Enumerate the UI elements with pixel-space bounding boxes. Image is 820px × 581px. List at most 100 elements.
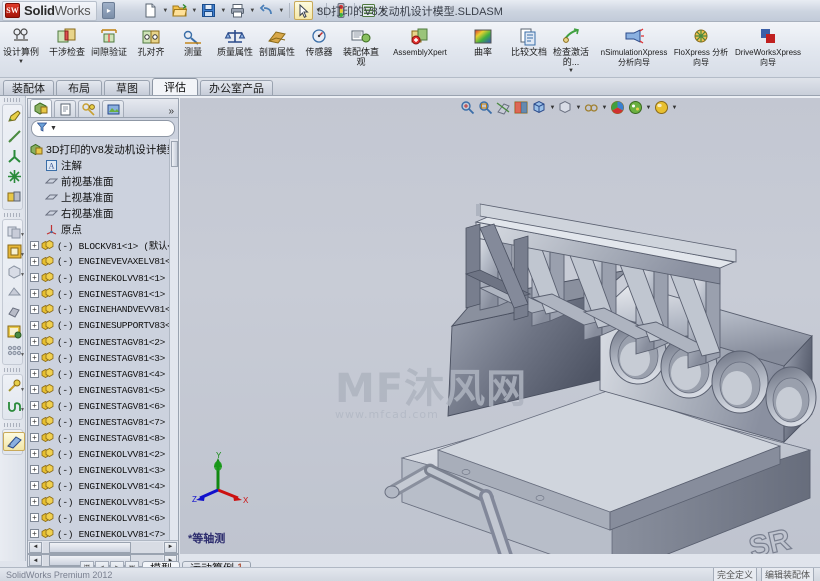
toolbar-grip-4[interactable] bbox=[4, 423, 21, 427]
hole-alignment-button[interactable]: 孔对齐 bbox=[130, 24, 172, 74]
simulation-setup-button[interactable]: ▼ bbox=[3, 342, 25, 361]
route-spline-caret-icon[interactable]: ▼ bbox=[20, 407, 25, 413]
tree-expand-toggle[interactable]: + bbox=[30, 448, 39, 458]
sensor-button[interactable]: 传感器 bbox=[298, 24, 340, 74]
smart-fasteners-button[interactable]: ▼ bbox=[3, 377, 25, 396]
tree-row[interactable]: + (-) ENGINEVEVAXELV81<1> bbox=[30, 253, 178, 269]
tree-expand-toggle[interactable]: + bbox=[30, 480, 39, 490]
tree-expand-toggle[interactable]: + bbox=[30, 304, 39, 314]
tree-expand-toggle[interactable]: + bbox=[30, 432, 39, 442]
toolbar-grip-1[interactable] bbox=[4, 98, 21, 102]
tree-horizontal-scrollbar[interactable]: ◄ ► bbox=[28, 540, 178, 553]
tree-row[interactable]: + (-) ENGINEKOLVV81<5> (默 bbox=[30, 493, 178, 509]
hide-show-components-button[interactable]: ▼ bbox=[3, 222, 25, 241]
tree-row[interactable]: + (-) ENGINESTAGV81<2> (默 bbox=[30, 333, 178, 349]
assemblyxpert-button[interactable]: AssemblyXpert bbox=[382, 24, 458, 74]
tree-row[interactable]: + (-) ENGINESTAGV81<8> (默 bbox=[30, 429, 178, 445]
tab-office-products[interactable]: 办公室产品 bbox=[200, 80, 273, 95]
tab-layout[interactable]: 布局 bbox=[56, 80, 102, 95]
route-spline-button[interactable]: ▼ bbox=[3, 397, 25, 416]
new-motion-study-button[interactable] bbox=[3, 282, 25, 301]
tree-expand-toggle[interactable]: + bbox=[30, 320, 39, 330]
tree-root-row[interactable]: 3D打印的V8发动机设计模型 (默 bbox=[30, 141, 178, 157]
floxpress-wizard-button[interactable]: FloXpress 分析向导 bbox=[672, 24, 730, 74]
tree-row[interactable]: + (-) ENGINEKOLVV81<4> (默 bbox=[30, 477, 178, 493]
display-manager-tab[interactable] bbox=[102, 100, 124, 117]
tab-sketch[interactable]: 草图 bbox=[104, 80, 150, 95]
tree-row[interactable]: 原点 bbox=[30, 221, 178, 237]
change-transparency-button[interactable]: ▼ bbox=[3, 242, 25, 261]
smart-dimension-button[interactable] bbox=[3, 127, 25, 146]
design-study-dropdown-icon[interactable]: ▼ bbox=[18, 59, 24, 65]
simulationxpress-wizard-button[interactable]: nSimulationXpress 分析向导 bbox=[596, 24, 672, 74]
clearance-verification-button[interactable]: 间隙验证 bbox=[88, 24, 130, 74]
tree-row[interactable]: + (-) ENGINESTAGV81<4> (默 bbox=[30, 365, 178, 381]
tree-expand-toggle[interactable]: + bbox=[30, 288, 39, 298]
bill-of-materials-button[interactable] bbox=[3, 322, 25, 341]
tree-row[interactable]: + (-) ENGINEHANDVEVV81<1> bbox=[30, 301, 178, 317]
tree-scrollbar-thumb[interactable] bbox=[171, 141, 178, 167]
measure-button[interactable]: 测量 bbox=[172, 24, 214, 74]
sustainability-button[interactable]: Sustainability bbox=[806, 24, 820, 74]
tree-row[interactable]: + (-) BLOCKV81<1> (默认<<默 bbox=[30, 237, 178, 253]
tree-expand-toggle[interactable]: + bbox=[30, 368, 39, 378]
assembly-feature-button[interactable]: ▼ bbox=[3, 262, 25, 281]
tree-hscroll-thumb[interactable] bbox=[49, 541, 131, 553]
tree-row[interactable]: + (-) ENGINESTAGV81<3> (默 bbox=[30, 349, 178, 365]
v8-engine-model[interactable]: SR bbox=[180, 98, 820, 554]
tree-row[interactable]: 右视基准面 bbox=[30, 205, 178, 221]
driveworksxpress-wizard-button[interactable]: DriveWorksXpress 向导 bbox=[730, 24, 806, 74]
tree-row[interactable]: + (-) ENGINESTAGV81<5> (默 bbox=[30, 381, 178, 397]
toolbar-grip-2[interactable] bbox=[4, 213, 21, 217]
graphics-viewport[interactable]: ▼ ▼ ▼ ▼ ▼ SR MF沐风网 www.mfcad.com Y X Z *… bbox=[180, 98, 820, 554]
tree-row[interactable]: A 注解 bbox=[30, 157, 178, 173]
edit-sketch-button[interactable] bbox=[3, 107, 25, 126]
transparency-caret-icon[interactable]: ▼ bbox=[20, 252, 25, 258]
tree-expand-toggle[interactable]: + bbox=[30, 528, 39, 538]
tree-scroll-left-button[interactable]: ◄ bbox=[29, 541, 42, 553]
tree-expand-toggle[interactable]: + bbox=[30, 512, 39, 522]
tree-vertical-scrollbar[interactable] bbox=[169, 139, 178, 540]
tree-row[interactable]: + (-) ENGINEKOLVV81<7> (默 bbox=[30, 525, 178, 540]
tree-expand-toggle[interactable]: + bbox=[30, 496, 39, 506]
tree-hscroll-track[interactable] bbox=[43, 541, 163, 553]
tree-expand-toggle[interactable]: + bbox=[30, 352, 39, 362]
tree-row[interactable]: + (-) ENGINESTAGV81<7> (默 bbox=[30, 413, 178, 429]
tree-expand-toggle[interactable]: + bbox=[30, 464, 39, 474]
check-active-dropdown-icon[interactable]: ▼ bbox=[568, 68, 574, 74]
feature-tree[interactable]: 3D打印的V8发动机设计模型 (默 A 注解前视基准面上视基准面右视基准面原点 + (… bbox=[28, 139, 178, 540]
panel-scroll-left-button[interactable]: ◄ bbox=[29, 555, 42, 566]
property-manager-tab[interactable] bbox=[54, 100, 76, 117]
tree-expand-toggle[interactable]: + bbox=[30, 272, 39, 282]
tree-row[interactable]: + (-) ENGINEKOLVV81<3> (默 bbox=[30, 461, 178, 477]
tree-expand-toggle[interactable]: + bbox=[30, 384, 39, 394]
tree-expand-toggle[interactable]: + bbox=[30, 416, 39, 426]
toolbar-grip-3[interactable] bbox=[4, 368, 21, 372]
check-active-document-button[interactable]: 检查激活的... ▼ bbox=[550, 24, 592, 75]
tab-evaluate[interactable]: 评估 bbox=[152, 78, 198, 95]
tree-expand-toggle[interactable]: + bbox=[30, 400, 39, 410]
design-study-button[interactable]: 设计算例 ▼ bbox=[0, 24, 42, 74]
pattern-button[interactable] bbox=[3, 167, 25, 186]
feature-manager-tab[interactable] bbox=[30, 99, 52, 117]
exploded-view-button[interactable] bbox=[3, 302, 25, 321]
tree-row[interactable]: + (-) ENGINEKOLVV81<1> (默 bbox=[30, 269, 178, 285]
tree-row[interactable]: 前视基准面 bbox=[30, 173, 178, 189]
tree-expand-toggle[interactable]: + bbox=[30, 336, 39, 346]
more-tabs-button[interactable]: » bbox=[168, 106, 174, 117]
assembly-feature-caret-icon[interactable]: ▼ bbox=[20, 272, 25, 278]
compare-documents-button[interactable]: 比较文档 bbox=[508, 24, 550, 74]
hide-show-caret-icon[interactable]: ▼ bbox=[20, 232, 25, 238]
curvature-button[interactable]: 曲率 bbox=[462, 24, 504, 74]
assembly-visualization-button[interactable]: 装配体直观 bbox=[340, 24, 382, 74]
insert-component-button[interactable] bbox=[3, 187, 25, 206]
section-properties-button[interactable]: 剖面属性 bbox=[256, 24, 298, 74]
simulation-setup-caret-icon[interactable]: ▼ bbox=[20, 352, 25, 358]
tree-row[interactable]: + (-) ENGINESUPPORTV83<1> bbox=[30, 317, 178, 333]
interference-detection-button[interactable]: 干涉检查 bbox=[46, 24, 88, 74]
tree-expand-toggle[interactable]: + bbox=[30, 256, 39, 266]
appearance-button[interactable] bbox=[3, 432, 25, 451]
tree-row[interactable]: + (-) ENGINESTAGV81<1> (默 bbox=[30, 285, 178, 301]
tab-assembly[interactable]: 装配体 bbox=[3, 80, 54, 95]
tree-row[interactable]: + (-) ENGINESTAGV81<6> (默 bbox=[30, 397, 178, 413]
